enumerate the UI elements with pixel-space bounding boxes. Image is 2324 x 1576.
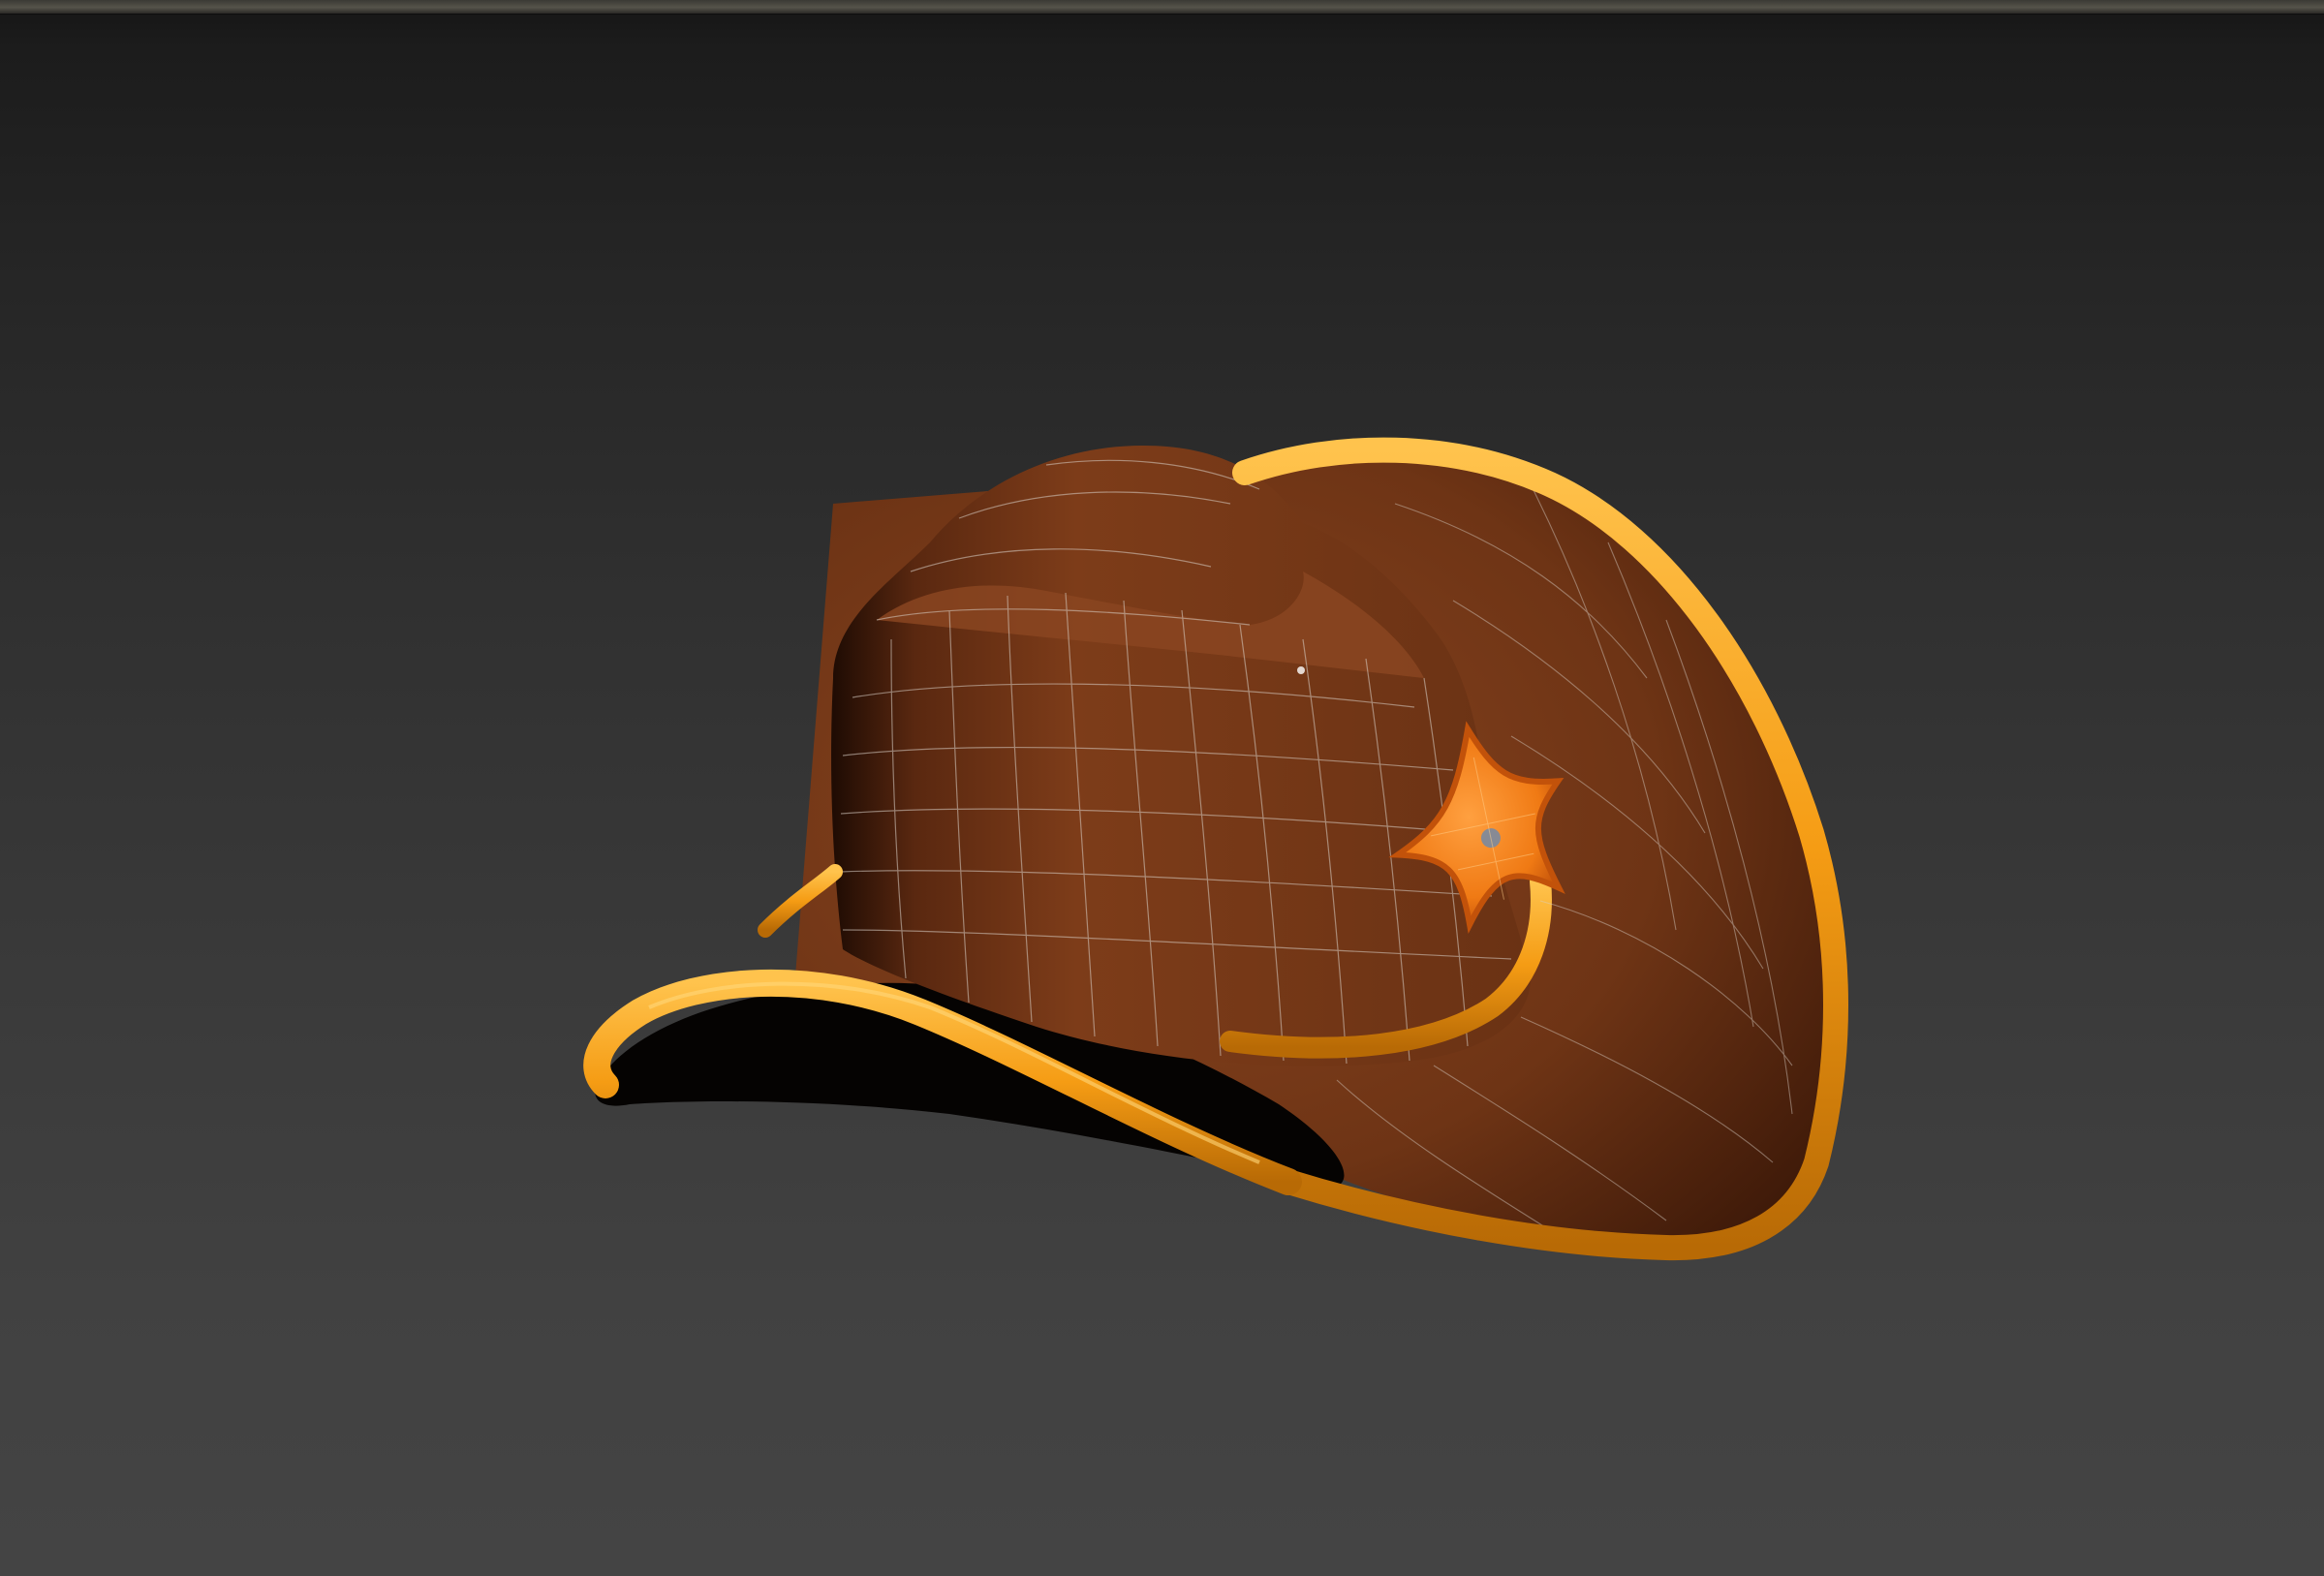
3d-viewport[interactable]: [0, 0, 2324, 1576]
cowboy-hat-model[interactable]: [0, 0, 2324, 1576]
specular-highlight: [1297, 666, 1305, 674]
